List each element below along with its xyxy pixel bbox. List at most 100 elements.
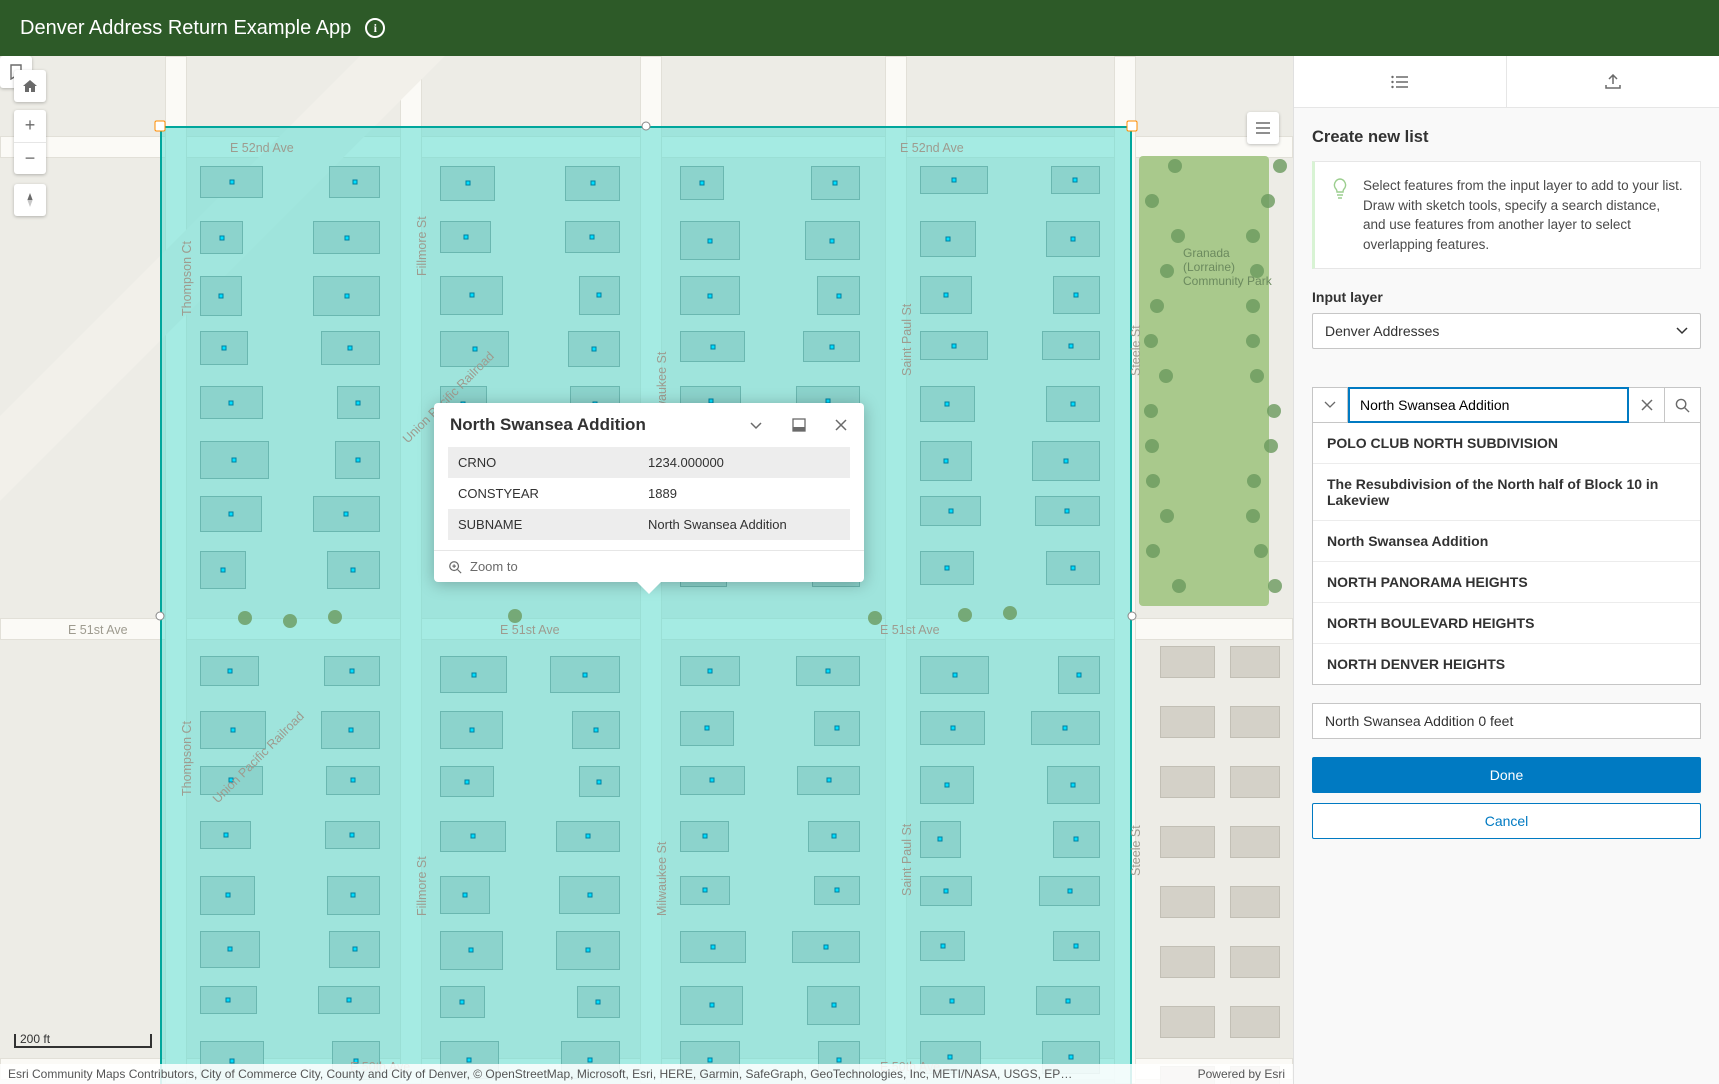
compass-button[interactable] xyxy=(14,184,46,216)
address-point xyxy=(231,727,236,732)
attr-key: SUBNAME xyxy=(458,517,648,532)
search-source-dropdown[interactable] xyxy=(1312,387,1348,423)
building xyxy=(1160,826,1215,858)
address-point xyxy=(229,180,234,185)
address-point xyxy=(823,945,828,950)
address-point xyxy=(350,778,355,783)
tree-icon xyxy=(1145,194,1159,208)
search-button[interactable] xyxy=(1665,387,1701,423)
feature-popup: North Swansea Addition CRNO1234.000000 C… xyxy=(434,403,864,582)
tree-icon xyxy=(1250,369,1264,383)
input-layer-label: Input layer xyxy=(1312,289,1701,305)
building xyxy=(1160,706,1215,738)
tree-icon xyxy=(1246,334,1260,348)
zoom-in-button[interactable]: + xyxy=(14,110,46,142)
address-point xyxy=(1065,509,1070,514)
suggestion-item[interactable]: NORTH DENVER HEIGHTS xyxy=(1313,643,1700,684)
powered-by[interactable]: Powered by Esri xyxy=(1198,1067,1285,1081)
address-point xyxy=(1074,292,1079,297)
dock-icon[interactable] xyxy=(778,418,806,432)
tree-icon xyxy=(1146,544,1160,558)
address-point xyxy=(1064,458,1069,463)
address-point xyxy=(356,400,361,405)
tree-icon xyxy=(1246,229,1260,243)
selection-handle[interactable] xyxy=(1127,121,1138,132)
building xyxy=(1160,766,1215,798)
cancel-button[interactable]: Cancel xyxy=(1312,803,1701,839)
suggestion-item[interactable]: NORTH PANORAMA HEIGHTS xyxy=(1313,561,1700,602)
map-canvas[interactable]: Granada (Lorraine) Community Park /* pla… xyxy=(0,56,1293,1084)
address-point xyxy=(1067,889,1072,894)
suggestion-item[interactable]: NORTH BOULEVARD HEIGHTS xyxy=(1313,602,1700,643)
street-label: Saint Paul St xyxy=(900,304,914,376)
address-point xyxy=(831,1003,836,1008)
address-point xyxy=(830,238,835,243)
selection-handle[interactable] xyxy=(155,121,166,132)
tab-list[interactable] xyxy=(1294,56,1506,107)
suggestion-item[interactable]: The Resubdivision of the North half of B… xyxy=(1313,463,1700,520)
address-point xyxy=(587,893,592,898)
selection-midpoint[interactable] xyxy=(156,612,165,621)
park-area xyxy=(1139,156,1269,606)
tab-export[interactable] xyxy=(1506,56,1719,107)
address-point xyxy=(952,343,957,348)
input-layer-select[interactable]: Denver Addresses xyxy=(1312,313,1701,349)
selection-midpoint[interactable] xyxy=(642,122,651,131)
address-point xyxy=(833,181,838,186)
building xyxy=(1160,886,1215,918)
zoom-to-link[interactable]: Zoom to xyxy=(434,550,864,582)
search-input[interactable] xyxy=(1348,387,1629,423)
address-point xyxy=(225,893,230,898)
address-point xyxy=(228,511,233,516)
street-label: E 51st Ave xyxy=(68,623,128,637)
tree-icon xyxy=(1273,159,1287,173)
scale-label: 200 ft xyxy=(20,1032,50,1046)
address-point xyxy=(591,347,596,352)
tree-icon xyxy=(1168,159,1182,173)
address-point xyxy=(352,947,357,952)
home-button[interactable] xyxy=(14,70,46,102)
tree-icon xyxy=(508,609,522,623)
address-point xyxy=(950,726,955,731)
address-point xyxy=(704,726,709,731)
suggestion-item[interactable]: North Swansea Addition xyxy=(1313,520,1700,561)
address-point xyxy=(344,511,349,516)
address-point xyxy=(1069,343,1074,348)
layers-menu-button[interactable] xyxy=(1247,112,1279,144)
address-point xyxy=(585,834,590,839)
tree-icon xyxy=(1264,439,1278,453)
street-label: E 52nd Ave xyxy=(230,141,294,155)
popup-title: North Swansea Addition xyxy=(450,415,720,435)
info-icon[interactable]: i xyxy=(365,18,385,38)
done-button[interactable]: Done xyxy=(1312,757,1701,793)
address-point xyxy=(597,779,602,784)
address-point xyxy=(467,1058,472,1063)
tree-icon xyxy=(1267,404,1281,418)
tip-box: Select features from the input layer to … xyxy=(1312,161,1701,269)
address-point xyxy=(945,402,950,407)
close-icon[interactable] xyxy=(820,418,848,432)
suggestion-item[interactable]: POLO CLUB NORTH SUBDIVISION xyxy=(1313,423,1700,463)
address-point xyxy=(702,834,707,839)
zoom-out-button[interactable]: − xyxy=(14,142,46,175)
address-point xyxy=(221,345,226,350)
address-point xyxy=(707,1058,712,1063)
tree-icon xyxy=(1246,509,1260,523)
selection-polygon[interactable] xyxy=(160,126,1132,1084)
selection-chip[interactable]: North Swansea Addition 0 feet xyxy=(1312,703,1701,739)
address-point xyxy=(350,668,355,673)
address-point xyxy=(944,889,949,894)
building xyxy=(1160,646,1215,678)
address-point xyxy=(948,509,953,514)
address-point xyxy=(347,998,352,1003)
address-point xyxy=(471,834,476,839)
tree-icon xyxy=(1144,404,1158,418)
collapse-icon[interactable] xyxy=(734,417,764,433)
selection-midpoint[interactable] xyxy=(1128,612,1137,621)
address-point xyxy=(219,235,224,240)
address-point xyxy=(952,672,957,677)
clear-search-button[interactable] xyxy=(1629,387,1665,423)
address-point xyxy=(588,1058,593,1063)
address-point xyxy=(1077,672,1082,677)
street-label: Fillmore St xyxy=(415,856,429,916)
